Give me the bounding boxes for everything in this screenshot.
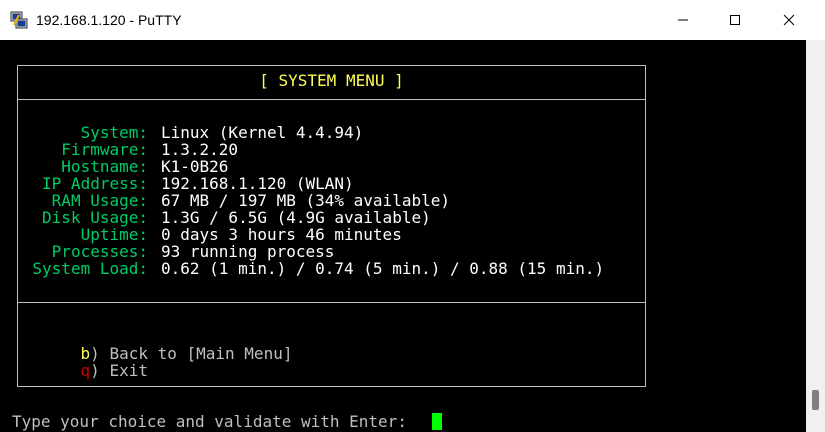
info-row-ip-address: IP Address: 192.168.1.120 (WLAN) bbox=[17, 175, 354, 192]
info-row-system-load: System Load: 0.62 (1 min.) / 0.74 (5 min… bbox=[17, 260, 604, 277]
info-row-ram-usage: RAM Usage: 67 MB / 197 MB (34% available… bbox=[17, 192, 450, 209]
window-title: 192.168.1.120 - PuTTY bbox=[36, 12, 182, 28]
maximize-icon bbox=[730, 15, 740, 25]
info-value: 93 running process bbox=[161, 242, 335, 261]
info-value: 0 days 3 hours 46 minutes bbox=[161, 225, 402, 244]
info-value: K1-0B26 bbox=[161, 157, 229, 176]
info-value: 1.3.2.20 bbox=[161, 140, 239, 159]
option-key-exit: q bbox=[80, 361, 91, 380]
info-value: 67 MB / 197 MB (34% available) bbox=[161, 191, 450, 210]
terminal-cursor[interactable] bbox=[432, 413, 442, 430]
info-value: Linux (Kernel 4.4.94) bbox=[161, 123, 364, 142]
info-label: IP Address: bbox=[42, 174, 148, 193]
menu-options-divider bbox=[17, 302, 646, 303]
info-label: Hostname: bbox=[61, 157, 148, 176]
terminal-screen[interactable]: [ SYSTEM MENU ] System: Linux (Kernel 4.… bbox=[0, 40, 806, 432]
info-value: 0.62 (1 min.) / 0.74 (5 min.) / 0.88 (15… bbox=[161, 259, 605, 278]
close-button[interactable] bbox=[766, 0, 812, 40]
terminal-scrollbar[interactable] bbox=[806, 40, 825, 432]
info-row-hostname: Hostname: K1-0B26 bbox=[17, 158, 228, 175]
input-prompt: Type your choice and validate with Enter… bbox=[12, 412, 417, 431]
info-value: 192.168.1.120 (WLAN) bbox=[161, 174, 354, 193]
maximize-button[interactable] bbox=[712, 0, 758, 40]
info-label: Disk Usage: bbox=[42, 208, 148, 227]
menu-title: [ SYSTEM MENU ] bbox=[259, 71, 404, 90]
menu-title-divider bbox=[17, 99, 646, 100]
info-label: System: bbox=[80, 123, 148, 142]
info-row-disk-usage: Disk Usage: 1.3G / 6.5G (4.9G available) bbox=[17, 209, 431, 226]
menu-option-exit[interactable]: q) Exit bbox=[42, 345, 148, 379]
option-label-exit: ) Exit bbox=[90, 361, 148, 380]
info-label: RAM Usage: bbox=[51, 191, 148, 210]
info-row-processes: Processes: 93 running process bbox=[17, 243, 335, 260]
putty-app-icon[interactable] bbox=[10, 11, 28, 29]
minimize-button[interactable] bbox=[660, 0, 706, 40]
close-icon bbox=[783, 14, 795, 26]
scrollbar-thumb[interactable] bbox=[812, 390, 819, 410]
window-titlebar[interactable]: 192.168.1.120 - PuTTY bbox=[0, 0, 825, 40]
info-label: Firmware: bbox=[61, 140, 148, 159]
info-row-uptime: Uptime: 0 days 3 hours 46 minutes bbox=[17, 226, 402, 243]
info-row-firmware: Firmware: 1.3.2.20 bbox=[17, 141, 238, 158]
info-label: System Load: bbox=[32, 259, 148, 278]
info-label: Processes: bbox=[51, 242, 148, 261]
info-row-system: System: Linux (Kernel 4.4.94) bbox=[17, 124, 364, 141]
minimize-icon bbox=[678, 19, 688, 21]
menu-option-back[interactable]: b) Back to [Main Menu] bbox=[42, 328, 293, 362]
info-value: 1.3G / 6.5G (4.9G available) bbox=[161, 208, 431, 227]
info-label: Uptime: bbox=[80, 225, 148, 244]
